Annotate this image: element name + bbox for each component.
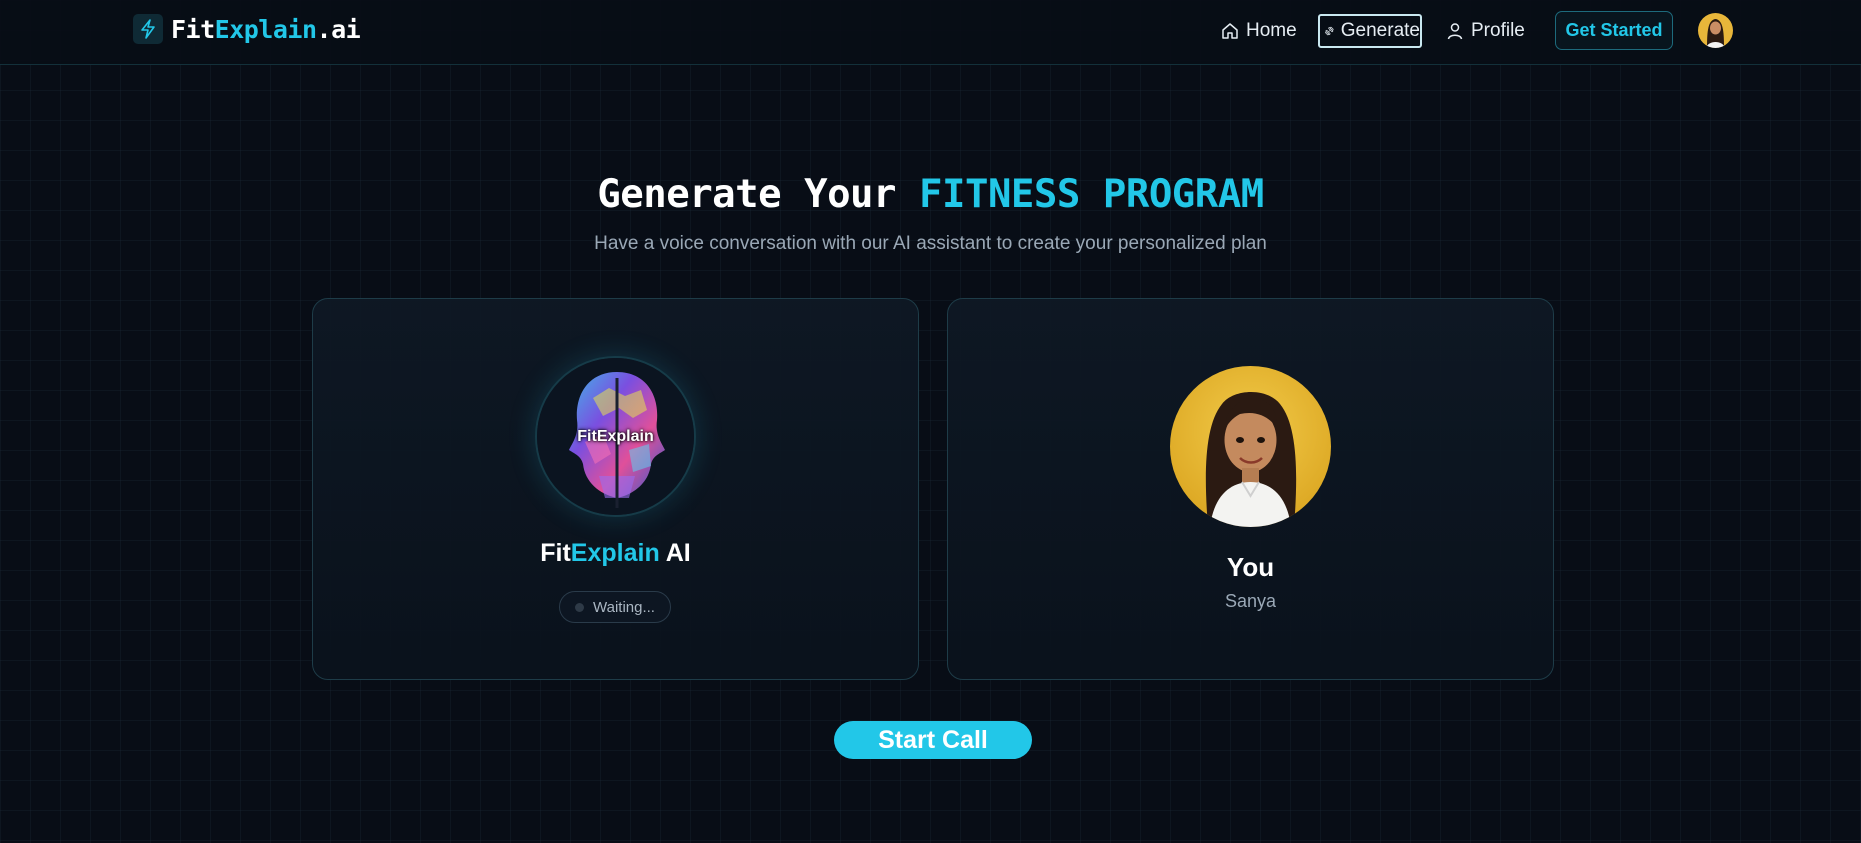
lightning-icon (133, 14, 163, 44)
status-text: Waiting... (593, 598, 655, 616)
assistant-card: FitExplain FitExplain AI Waiting... (312, 298, 919, 680)
assistant-name: FitExplain AI (540, 539, 691, 567)
home-icon (1222, 23, 1238, 39)
nav-generate-label: Generate (1340, 20, 1420, 41)
status-badge: Waiting... (559, 591, 671, 623)
nav-home[interactable]: Home (1221, 14, 1297, 48)
nav-generate[interactable]: Generate (1318, 14, 1422, 48)
nav-profile-label: Profile (1471, 20, 1525, 41)
assistant-avatar-label: FitExplain (577, 428, 654, 445)
top-navbar: FitExplain.ai Home Generate Profile Get … (0, 0, 1861, 65)
user-card: You Sanya (947, 298, 1554, 680)
nav-home-label: Home (1246, 20, 1297, 41)
assistant-avatar: FitExplain (535, 356, 696, 517)
user-icon (1447, 23, 1463, 40)
page-subtitle: Have a voice conversation with our AI as… (594, 233, 1267, 254)
nav-profile[interactable]: Profile (1446, 14, 1525, 48)
dumbbell-icon (1325, 26, 1334, 36)
status-dot-icon (575, 602, 585, 612)
user-heading: You (1226, 552, 1275, 582)
start-call-button[interactable]: Start Call (834, 721, 1032, 759)
user-name: Sanya (1224, 591, 1277, 611)
brand-name: FitExplain.ai (171, 14, 361, 44)
user-avatar (1170, 366, 1331, 527)
brand-logo[interactable]: FitExplain.ai (133, 14, 361, 44)
get-started-button[interactable]: Get Started (1555, 11, 1673, 50)
page-title: Generate Your FITNESS PROGRAM (597, 172, 1264, 217)
user-avatar-small[interactable] (1698, 13, 1733, 48)
